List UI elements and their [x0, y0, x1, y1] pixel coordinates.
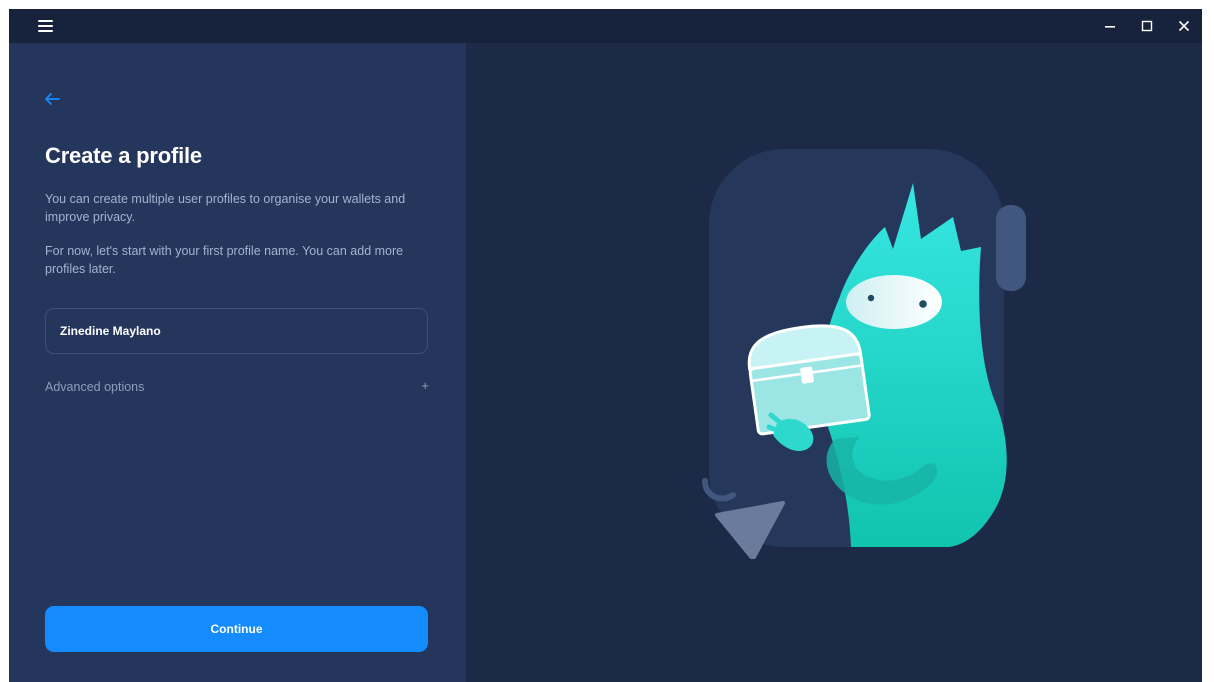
profile-illustration [702, 149, 1026, 559]
plus-icon: + [421, 378, 429, 393]
advanced-options-label: Advanced options [45, 380, 145, 394]
page-title: Create a profile [45, 143, 202, 168]
profile-name-input[interactable] [45, 308, 428, 354]
app-window: Create a profile You can create multiple… [9, 9, 1202, 682]
continue-button[interactable]: Continue [45, 606, 428, 652]
description-text: You can create multiple user profiles to… [45, 192, 406, 224]
minimize-icon[interactable] [1091, 9, 1128, 43]
advanced-options-toggle[interactable]: Advanced options + [45, 377, 429, 397]
arrow-left-icon[interactable] [43, 91, 67, 111]
window-controls [1091, 9, 1202, 43]
maximize-icon[interactable] [1128, 9, 1165, 43]
profile-form-panel: Create a profile You can create multiple… [9, 43, 466, 682]
close-icon[interactable] [1165, 9, 1202, 43]
title-bar [9, 9, 1202, 43]
hamburger-menu-icon[interactable] [29, 16, 59, 36]
description-text-secondary: For now, let's start with your first pro… [45, 244, 404, 276]
